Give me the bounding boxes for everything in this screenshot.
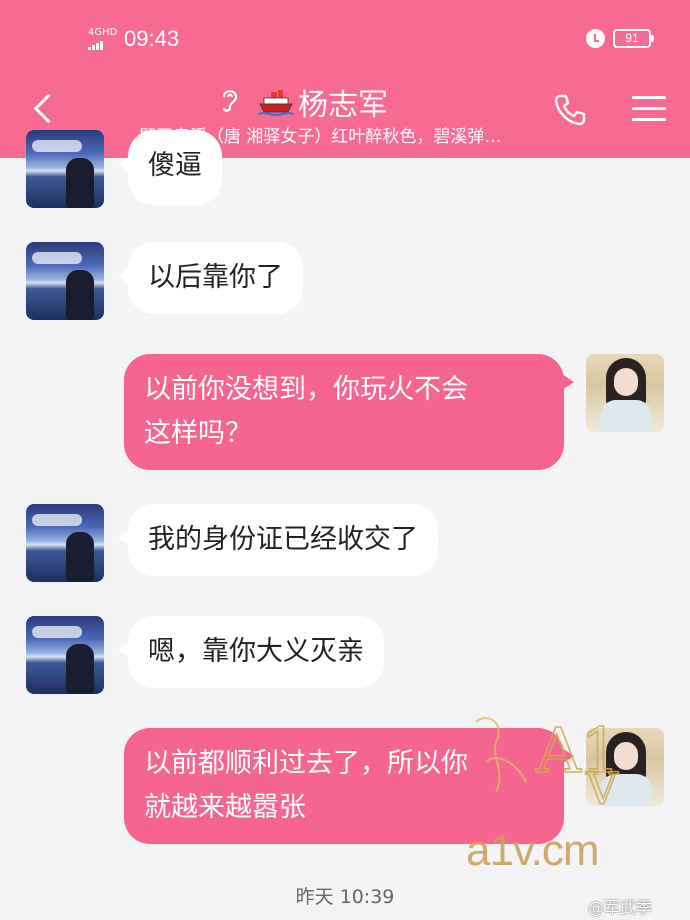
message-text: 以后靠你了 <box>148 262 283 293</box>
phone-icon[interactable] <box>552 92 588 128</box>
message-text-line: 这样吗？ <box>144 418 252 449</box>
alarm-icon <box>586 29 605 48</box>
message-timestamp: 昨天 10:39 <box>295 886 395 908</box>
contact-avatar[interactable] <box>26 242 104 320</box>
back-icon[interactable] <box>28 92 58 126</box>
contact-avatar[interactable] <box>26 130 104 208</box>
battery-indicator: 91 <box>613 29 654 48</box>
contact-avatar[interactable] <box>26 504 104 582</box>
network-indicator: 4GHD <box>88 28 117 50</box>
message-bubble-received: 傻逼 <box>118 130 222 205</box>
message-text: 嗯，靠你大义灭亲 <box>148 636 364 667</box>
watermark-url: a1v.cm <box>466 826 600 875</box>
menu-icon[interactable] <box>632 94 666 124</box>
message-bubble-received: 以后靠你了 <box>118 242 303 314</box>
status-time: 09:43 <box>124 26 180 51</box>
svg-text:V: V <box>585 764 619 812</box>
network-label: 4GHD <box>88 27 118 38</box>
message-bubble-sent: 以前你没想到，你玩火不会 这样吗？ <box>124 354 574 470</box>
message-text: 傻逼 <box>148 150 202 181</box>
message-bubble-received: 嗯，靠你大义灭亲 <box>118 616 384 688</box>
message-bubble-received: 我的身份证已经收交了 <box>118 504 438 576</box>
ship-icon <box>258 90 294 116</box>
contact-avatar[interactable] <box>26 616 104 694</box>
signal-icon <box>88 40 117 50</box>
message-text: 我的身份证已经收交了 <box>148 524 418 555</box>
contact-name[interactable]: 杨志军 <box>298 80 388 124</box>
ear-icon <box>222 90 238 112</box>
watermark-logo: A1 V <box>475 713 621 812</box>
self-avatar[interactable] <box>586 354 664 432</box>
message-text-line: 以前你没想到，你玩火不会 <box>144 374 468 405</box>
weibo-watermark: @军武季 <box>588 898 653 917</box>
